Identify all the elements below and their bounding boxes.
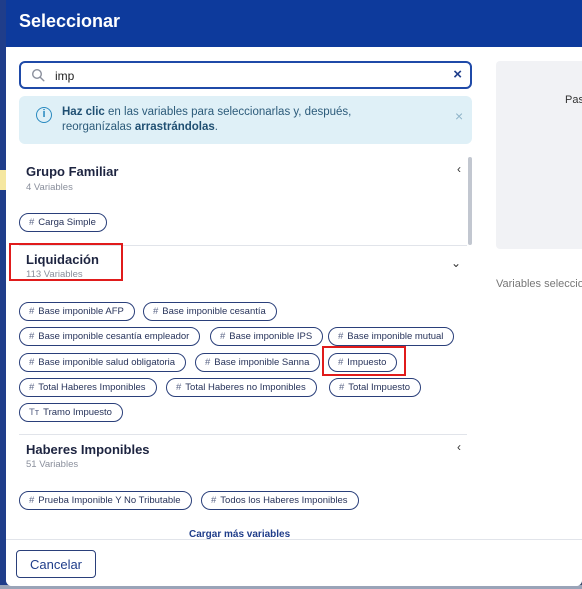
group-haberes-imponibles[interactable]: Haberes Imponibles 51 Variables ‹	[19, 435, 467, 471]
close-info-icon[interactable]: ×	[455, 108, 463, 124]
variable-chip[interactable]: # Base imponible cesantía empleador	[19, 327, 201, 346]
variable-chip[interactable]: # Carga Simple	[19, 213, 107, 232]
info-icon: i	[36, 107, 52, 123]
info-bold-click: Haz clic	[62, 106, 105, 118]
chip-label: Base imponible mutual	[347, 331, 444, 342]
hash-icon: #	[338, 331, 344, 342]
variable-chip[interactable]: # Prueba Imponible Y No Tributable	[19, 491, 192, 510]
variable-chip[interactable]: # Total Haberes no Imponibles	[166, 378, 317, 397]
selected-variables-caption: Variables selecciona	[496, 278, 582, 290]
dialog-title: Seleccionar	[19, 11, 121, 31]
search-box[interactable]: ×	[19, 61, 472, 89]
hash-icon: #	[29, 495, 35, 506]
chip-label: Base imponible salud obligatoria	[38, 357, 176, 368]
highlight-box	[9, 243, 123, 281]
chip-label: Carga Simple	[38, 217, 96, 228]
panel-label: Pas	[565, 94, 582, 106]
hash-icon: #	[211, 495, 217, 506]
chevron-left-icon[interactable]: ‹	[457, 440, 461, 454]
text-type-icon: Tт	[29, 407, 40, 418]
select-variables-dialog: Seleccionar × i Haz clic en las variable…	[6, 0, 582, 586]
variable-chip[interactable]: # Base imponible mutual	[328, 327, 455, 346]
chip-label: Tramo Impuesto	[43, 407, 112, 418]
selected-variables-panel: Pas	[496, 61, 582, 249]
group-title: Haberes Imponibles	[26, 442, 150, 457]
variable-chip[interactable]: # Todos los Haberes Imponibles	[201, 491, 359, 510]
hash-icon: #	[29, 357, 35, 368]
info-bold-drag: arrastrándolas	[134, 121, 215, 133]
chip-label: Total Impuesto	[348, 382, 411, 393]
scrollbar[interactable]	[468, 157, 472, 245]
hash-icon: #	[29, 331, 35, 342]
dialog-header: Seleccionar	[6, 0, 582, 47]
hash-icon: #	[29, 382, 35, 393]
hash-icon: #	[29, 217, 35, 228]
variable-chip[interactable]: Tт Tramo Impuesto	[19, 403, 123, 422]
highlight-box	[322, 346, 406, 376]
chip-label: Base imponible AFP	[38, 306, 124, 317]
group-count: 51 Variables	[26, 459, 79, 470]
chip-label: Base imponible IPS	[229, 331, 313, 342]
variable-chip[interactable]: # Base imponible IPS	[210, 327, 324, 346]
dialog-footer: Cancelar	[6, 539, 582, 586]
hash-icon: #	[29, 306, 35, 317]
clear-search-icon[interactable]: ×	[453, 66, 462, 83]
cancel-button[interactable]: Cancelar	[16, 550, 96, 578]
chip-label: Base imponible cesantía empleador	[38, 331, 190, 342]
variable-chip[interactable]: # Base imponible cesantía	[143, 302, 277, 321]
variable-chip[interactable]: # Base imponible Sanna	[195, 353, 321, 372]
chip-label: Todos los Haberes Imponibles	[220, 495, 348, 506]
chip-label: Prueba Imponible Y No Tributable	[38, 495, 181, 506]
variable-chip[interactable]: # Total Impuesto	[329, 378, 422, 397]
hash-icon: #	[153, 306, 159, 317]
chevron-down-icon[interactable]: ⌄	[451, 256, 461, 270]
hash-icon: #	[339, 382, 345, 393]
chip-label: Base imponible Sanna	[214, 357, 310, 368]
search-icon	[31, 68, 45, 82]
info-text: Haz clic en las variables para seleccion…	[62, 105, 417, 135]
info-text-2: .	[214, 121, 218, 133]
hash-icon: #	[176, 382, 182, 393]
search-input[interactable]	[55, 67, 435, 85]
chip-label: Total Haberes Imponibles	[38, 382, 146, 393]
hash-icon: #	[205, 357, 211, 368]
variable-chip[interactable]: # Total Haberes Imponibles	[19, 378, 157, 397]
group-count: 4 Variables	[26, 182, 73, 193]
group-title: Grupo Familiar	[26, 164, 119, 179]
variable-chip[interactable]: # Base imponible salud obligatoria	[19, 353, 187, 372]
variable-chip[interactable]: # Base imponible AFP	[19, 302, 135, 321]
hash-icon: #	[220, 331, 226, 342]
chip-label: Total Haberes no Imponibles	[185, 382, 306, 393]
chip-label: Base imponible cesantía	[162, 306, 266, 317]
chevron-left-icon[interactable]: ‹	[457, 162, 461, 176]
info-banner: i Haz clic en las variables para selecci…	[19, 96, 472, 144]
